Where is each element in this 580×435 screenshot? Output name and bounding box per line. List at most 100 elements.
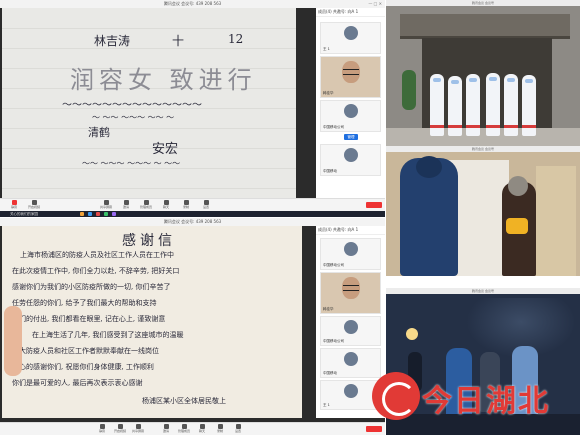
- meeting-toolbar: 静音 开启视频 共享屏幕 邀请 管理成员 聊天 录制 设置: [0, 422, 385, 435]
- paper-name-1: 林吉涛: [94, 34, 131, 48]
- participant-video-tile[interactable]: 韩佳华: [320, 272, 381, 314]
- glasses: [342, 69, 359, 75]
- photo-title-bar: 腾讯会议 会议号: [386, 0, 580, 6]
- letter-title: 感谢信: [122, 233, 176, 249]
- participant-name: 中国移动公司: [323, 125, 344, 129]
- record-button[interactable]: 录制: [180, 200, 192, 209]
- record-button[interactable]: 录制: [214, 424, 226, 433]
- sidebar-header: 成员(4) 共邀号: 向A 1: [316, 8, 385, 17]
- participant-name: 中国移动公司: [323, 339, 344, 343]
- letter-line: 在上海生活了几年, 我们感受到了这座城市的温暖: [32, 331, 184, 339]
- participant-tile[interactable]: 中国移动公司: [320, 316, 381, 346]
- window-controls[interactable]: — □ ✕: [368, 0, 382, 8]
- letter-line: 你们是最可爱的人, 最后再次表示衷心感谢: [12, 379, 143, 387]
- paper-scribbles-3: ～～ ～～～ ～～～ ～ ～～: [82, 159, 181, 168]
- paper-name-3: 安宏: [152, 142, 179, 157]
- participant-name: 韩佳华: [323, 307, 334, 311]
- avatar: [343, 320, 358, 334]
- meeting-title-bar: 腾讯会议 会议号: 439 208 563 — □ ✕: [0, 0, 385, 8]
- taskbar-label: 关心的我们的家园: [10, 212, 38, 216]
- resident-head: [508, 176, 528, 196]
- meeting-toolbar: 静音 开启视频 共享屏幕 邀请 管理成员 聊天 录制 设置: [0, 198, 385, 211]
- paper-headline: 润容女 致进行: [70, 66, 257, 94]
- letter-line: 在此次疫情工作中, 你们全力以赴, 不辞辛劳, 把好关口: [12, 267, 180, 275]
- share-screen-button[interactable]: 共享屏幕: [132, 424, 144, 433]
- meeting-window-bottom: 腾讯会议 会议号: 439 208 563 感谢信 上海市杨浦区的防疫人员及社区…: [0, 218, 385, 435]
- paper-mark-b: 12: [228, 32, 244, 46]
- app-icon[interactable]: [96, 212, 100, 216]
- participant-video-tile[interactable]: 韩佳华: [320, 56, 381, 98]
- letter-line: 真心的感谢你们, 祝愿你们身体健康, 工作顺利: [12, 363, 154, 371]
- thank-you-letter: 感谢信 上海市杨浦区的防疫人员及社区工作人员在工作中 在此次疫情工作中, 你们全…: [2, 226, 302, 418]
- end-meeting-button[interactable]: [366, 202, 382, 208]
- worker-in-ppe: [448, 76, 462, 136]
- glasses: [342, 285, 359, 291]
- worker-hood: [416, 156, 442, 178]
- invite-button[interactable]: 邀请: [160, 424, 172, 433]
- photo-workers-group: 腾讯会议 会议号: [386, 0, 580, 146]
- hand-holding-letter: [4, 306, 22, 376]
- meeting-window-top: 腾讯会议 会议号: 439 208 563 — □ ✕ 林吉涛 十 12 润容女…: [0, 0, 385, 217]
- worker-in-ppe: [486, 73, 500, 136]
- invite-button[interactable]: 邀请: [120, 200, 132, 209]
- participant-name: 中国移动公司: [323, 263, 344, 267]
- app-icon[interactable]: [88, 212, 92, 216]
- paper-scribbles-2: ～ ～～ ～～～ ～～ ～: [92, 113, 175, 122]
- avatar: [343, 352, 358, 366]
- building-canopy: [400, 14, 570, 39]
- participant-sidebar: 成员(4) 共邀号: 向A 1 王 1 韩佳华 中国移动公司 管理 中国移动: [316, 8, 385, 202]
- photo-home-delivery: 腾讯会议 会议号: [386, 146, 580, 276]
- letter-line: 任劳任怨的你们, 给予了我们最大的帮助和支持: [12, 299, 157, 307]
- paper-name-2: 清鹤: [88, 126, 110, 139]
- photo-title-bar: 腾讯会议 会议号: [386, 288, 580, 294]
- manage-members-button[interactable]: 管理成员: [140, 200, 152, 209]
- paper-mark-a: 十: [172, 34, 185, 48]
- participant-tile[interactable]: 王 1: [320, 22, 381, 54]
- participant-name: 韩佳华: [323, 91, 334, 95]
- participant-tile[interactable]: 中国移动: [320, 144, 381, 176]
- participant-tile[interactable]: 中国移动公司: [320, 100, 381, 132]
- photo-title-bar: 腾讯会议 会议号: [386, 146, 580, 152]
- sidebar-header: 成员(4) 共邀号: 向A 1: [316, 226, 385, 235]
- settings-button[interactable]: 设置: [200, 200, 212, 209]
- avatar: [343, 26, 358, 40]
- manage-button[interactable]: 管理: [344, 134, 358, 140]
- video-button[interactable]: 开启视频: [114, 424, 126, 433]
- participant-name: 王 1: [323, 403, 330, 407]
- logo-text: 今日湖北: [422, 384, 550, 419]
- avatar: [343, 384, 358, 398]
- potted-plant: [402, 70, 416, 110]
- app-icon[interactable]: [104, 212, 108, 216]
- letter-line: 广大防疫人员和社区工作者默默奉献在一线岗位: [12, 347, 159, 355]
- participant-tile[interactable]: 中国移动公司: [320, 238, 381, 270]
- mute-button[interactable]: 静音: [8, 200, 20, 209]
- participant-name: 王 1: [323, 47, 330, 51]
- chat-button[interactable]: 聊天: [160, 200, 172, 209]
- paper-scribbles-1: ～～～～～～～～～～～～～～: [62, 100, 202, 111]
- app-icon[interactable]: [80, 212, 84, 216]
- letter-line: 上海市杨浦区的防疫人员及社区工作人员在工作中: [20, 251, 174, 259]
- avatar: [343, 242, 358, 256]
- avatar: [343, 104, 358, 118]
- logo-watermark: 今日湖北: [372, 370, 572, 430]
- video-button[interactable]: 开启视频: [28, 200, 40, 209]
- worker-in-ppe: [466, 74, 480, 136]
- app-icon[interactable]: [112, 212, 116, 216]
- letter-line: 感谢你们为我们的小区防疫所做的一切, 你们辛苦了: [12, 283, 171, 291]
- settings-button[interactable]: 设置: [232, 424, 244, 433]
- share-screen-button[interactable]: 共享屏幕: [100, 200, 112, 209]
- meeting-title: 腾讯会议 会议号: 439 208 563: [163, 1, 222, 6]
- participant-name: 中国移动: [323, 169, 337, 173]
- chat-button[interactable]: 聊天: [196, 424, 208, 433]
- worker-in-ppe: [430, 74, 444, 136]
- shared-screen-paper: 林吉涛 十 12 润容女 致进行 清鹤 安宏 ～～～～～～～～～～～～～～ ～ …: [2, 8, 296, 202]
- street-light: [406, 328, 418, 340]
- worker-in-ppe: [504, 74, 518, 136]
- mute-button[interactable]: 静音: [96, 424, 108, 433]
- participant-name: 中国移动: [323, 371, 337, 375]
- manage-members-button[interactable]: 管理成员: [178, 424, 190, 433]
- avatar: [343, 148, 358, 162]
- windows-taskbar: 关心的我们的家园: [0, 211, 385, 217]
- meeting-title-bar: 腾讯会议 会议号: 439 208 563: [0, 218, 385, 226]
- worker-in-ppe: [522, 75, 536, 136]
